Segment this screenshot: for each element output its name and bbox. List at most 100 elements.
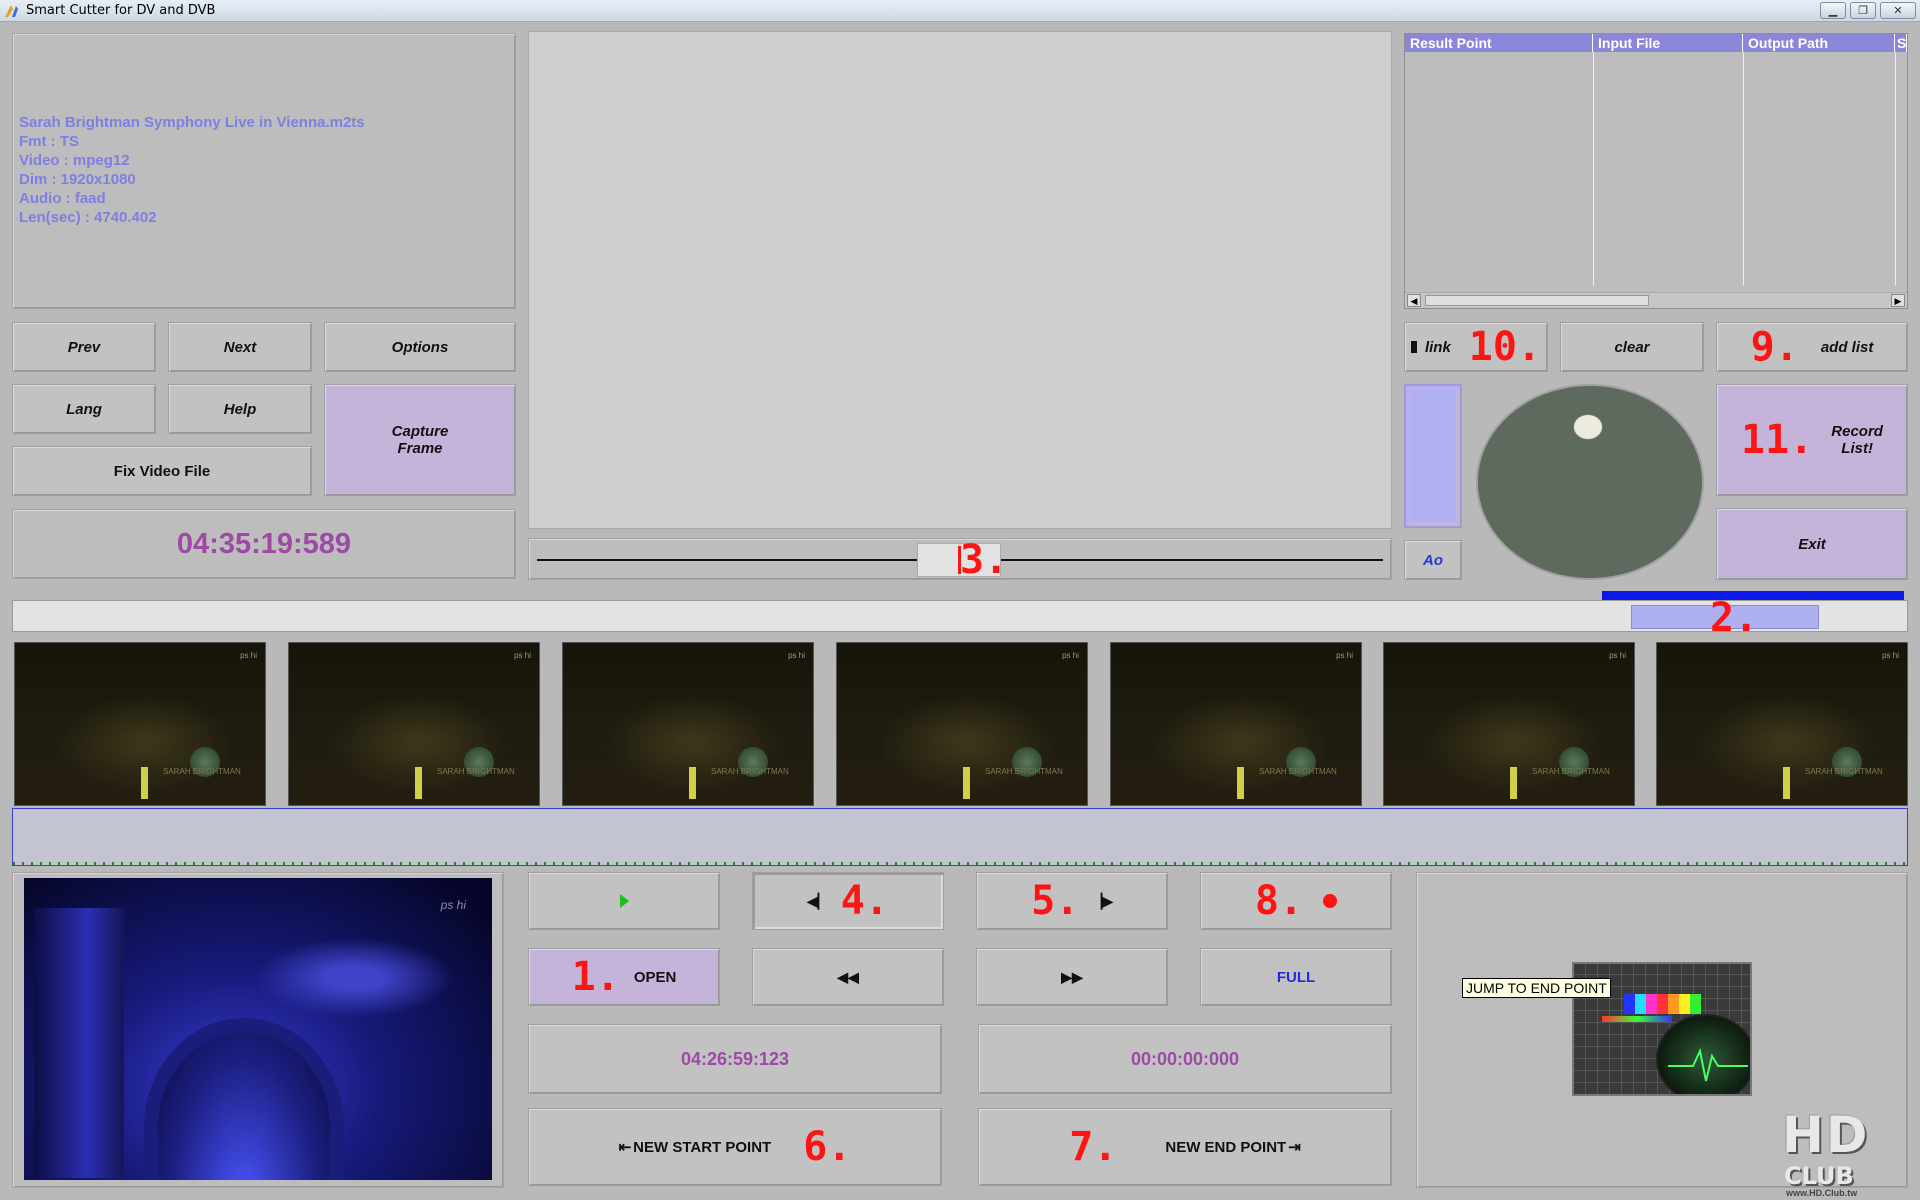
thumbnail-frame[interactable]: SARAH BRIGHTMAN ps hi xyxy=(562,642,814,806)
thumbnail-logo: ps hi xyxy=(1882,651,1899,660)
link-button[interactable]: link 10. xyxy=(1404,322,1548,372)
marker-3: 3. xyxy=(960,537,1009,583)
info-length: Len(sec) : 4740.402 xyxy=(19,209,157,226)
marker-9: 9. xyxy=(1750,324,1799,370)
column-divider xyxy=(1593,52,1594,286)
preview-area xyxy=(528,31,1392,529)
jog-dial-handle[interactable] xyxy=(1573,414,1603,440)
logo-subtext: CLUB xyxy=(1784,1162,1854,1190)
ao-button[interactable]: Ao xyxy=(1404,540,1462,580)
thumbnail-caption: SARAH BRIGHTMAN xyxy=(163,767,241,776)
info-video: Video : mpeg12 xyxy=(19,152,130,169)
scroll-right-icon[interactable]: ▶ xyxy=(1891,294,1905,307)
capture-frame-label-1: Capture xyxy=(391,423,449,440)
thumbnail-frame[interactable]: SARAH BRIGHTMAN ps hi xyxy=(288,642,540,806)
waveform-line xyxy=(13,862,1907,865)
audio-waveform[interactable] xyxy=(12,808,1908,866)
step-back-icon: ◀▏ xyxy=(807,892,829,909)
marker-7: 7. xyxy=(1069,1124,1118,1170)
restore-icon: ❐ xyxy=(1858,5,1868,17)
marker-8: 8. xyxy=(1254,878,1304,924)
restore-button[interactable]: ❐ xyxy=(1850,2,1876,19)
fix-video-button[interactable]: Fix Video File xyxy=(12,446,312,496)
add-list-button[interactable]: 9. add list xyxy=(1716,322,1908,372)
full-button[interactable]: FULL xyxy=(1200,948,1392,1006)
column-result-point[interactable]: Result Point xyxy=(1405,34,1593,52)
scroll-thumb[interactable] xyxy=(1425,295,1649,306)
capture-frame-label-2: Frame xyxy=(397,440,443,457)
prev-button[interactable]: Prev xyxy=(12,322,156,372)
thumbnail-frame[interactable]: SARAH BRIGHTMAN ps hi xyxy=(836,642,1088,806)
thumbnail-caption: SARAH BRIGHTMAN xyxy=(711,767,789,776)
thumbnail-frame[interactable]: SARAH BRIGHTMAN ps hi xyxy=(1383,642,1635,806)
new-start-point-button[interactable]: ⇤ NEW START POINT 6. xyxy=(528,1108,942,1186)
fast-forward-icon: ▶▶ xyxy=(1061,968,1083,985)
column-divider xyxy=(1743,52,1744,286)
volume-slider[interactable] xyxy=(1404,384,1462,528)
tooltip: JUMP TO END POINT xyxy=(1462,978,1611,998)
jog-dial[interactable] xyxy=(1476,384,1704,580)
capture-frame-button[interactable]: Capture Frame xyxy=(324,384,516,496)
info-format: Fmt : TS xyxy=(19,133,79,150)
column-divider xyxy=(1895,52,1896,286)
video-frame[interactable]: ps hi xyxy=(24,878,492,1180)
app-icon xyxy=(5,5,18,17)
next-button[interactable]: Next xyxy=(168,322,312,372)
thumbnail-frame[interactable]: SARAH BRIGHTMAN ps hi xyxy=(1656,642,1908,806)
marker-1: 1. xyxy=(571,954,620,1000)
column-output-path[interactable]: Output Path xyxy=(1743,34,1895,52)
logo-text: HD xyxy=(1782,1106,1870,1164)
step-forward-icon: ▕▶ xyxy=(1091,892,1113,909)
title-bar: Smart Cutter for DV and DVB ▁ ❐ ✕ xyxy=(0,0,1920,22)
options-button[interactable]: Options xyxy=(324,322,516,372)
window-title: Smart Cutter for DV and DVB xyxy=(26,3,216,18)
scroll-left-icon[interactable]: ◀ xyxy=(1407,294,1421,307)
thumbnail-logo: ps hi xyxy=(1609,651,1626,660)
current-time-display: 04:35:19:589 xyxy=(12,509,516,579)
open-button[interactable]: 1. OPEN xyxy=(528,948,720,1006)
close-button[interactable]: ✕ xyxy=(1880,2,1916,19)
marker-11: 11. xyxy=(1741,417,1814,463)
logo-url: www.HD.Club.tw xyxy=(1786,1188,1858,1198)
info-filename: Sarah Brightman Symphony Live in Vienna.… xyxy=(19,114,365,131)
end-point-icon: ⇥ xyxy=(1288,1139,1301,1156)
thumbnail-frame[interactable]: SARAH BRIGHTMAN ps hi xyxy=(14,642,266,806)
record-list-label-2: List! xyxy=(1841,440,1873,457)
start-point-icon: ⇤ xyxy=(618,1139,632,1156)
lang-button[interactable]: Lang xyxy=(12,384,156,434)
horizontal-scrollbar[interactable]: ◀ ▶ xyxy=(1405,292,1907,308)
exit-button[interactable]: Exit xyxy=(1716,508,1908,580)
add-list-label: add list xyxy=(1820,338,1874,356)
marker-10: 10. xyxy=(1468,324,1542,370)
start-time-field: 04:26:59:123 xyxy=(528,1024,942,1094)
column-input-file[interactable]: Input File xyxy=(1593,34,1743,52)
column-s[interactable]: S xyxy=(1895,34,1907,52)
marker-2: 2. xyxy=(1710,595,1759,641)
clear-button[interactable]: clear xyxy=(1560,322,1704,372)
thumbnail-caption: SARAH BRIGHTMAN xyxy=(437,767,515,776)
thumbnail-frame[interactable]: SARAH BRIGHTMAN ps hi xyxy=(1110,642,1362,806)
thumbnail-caption: SARAH BRIGHTMAN xyxy=(1805,767,1883,776)
marker-6: 6. xyxy=(803,1124,852,1170)
step-forward-button[interactable]: 5. ▕▶ xyxy=(976,872,1168,930)
marker-4: 4. xyxy=(840,878,889,924)
new-end-point-button[interactable]: 7. NEW END POINT ⇥ xyxy=(978,1108,1392,1186)
fast-forward-button[interactable]: ▶▶ xyxy=(976,948,1168,1006)
minimize-button[interactable]: ▁ xyxy=(1820,2,1846,19)
close-icon: ✕ xyxy=(1893,5,1903,17)
thumbnail-logo: ps hi xyxy=(1062,651,1079,660)
help-button[interactable]: Help xyxy=(168,384,312,434)
thumbnail-logo: ps hi xyxy=(1336,651,1353,660)
thumbnail-logo: ps hi xyxy=(240,651,257,660)
timeline-scrollbar[interactable] xyxy=(12,600,1908,632)
result-list-table[interactable]: Result Point Input File Output Path S ◀ … xyxy=(1404,33,1908,309)
record-list-label-1: Record xyxy=(1831,423,1883,440)
record-list-button[interactable]: 11. Record List! xyxy=(1716,384,1908,496)
record-button[interactable]: 8. xyxy=(1200,872,1392,930)
rewind-button[interactable]: ◀◀ xyxy=(752,948,944,1006)
play-button[interactable] xyxy=(528,872,720,930)
step-back-button[interactable]: ◀▏ 4. xyxy=(752,872,944,930)
new-start-point-label: NEW START POINT xyxy=(633,1138,772,1156)
rewind-icon: ◀◀ xyxy=(837,968,859,985)
link-checkbox[interactable] xyxy=(1410,341,1417,353)
